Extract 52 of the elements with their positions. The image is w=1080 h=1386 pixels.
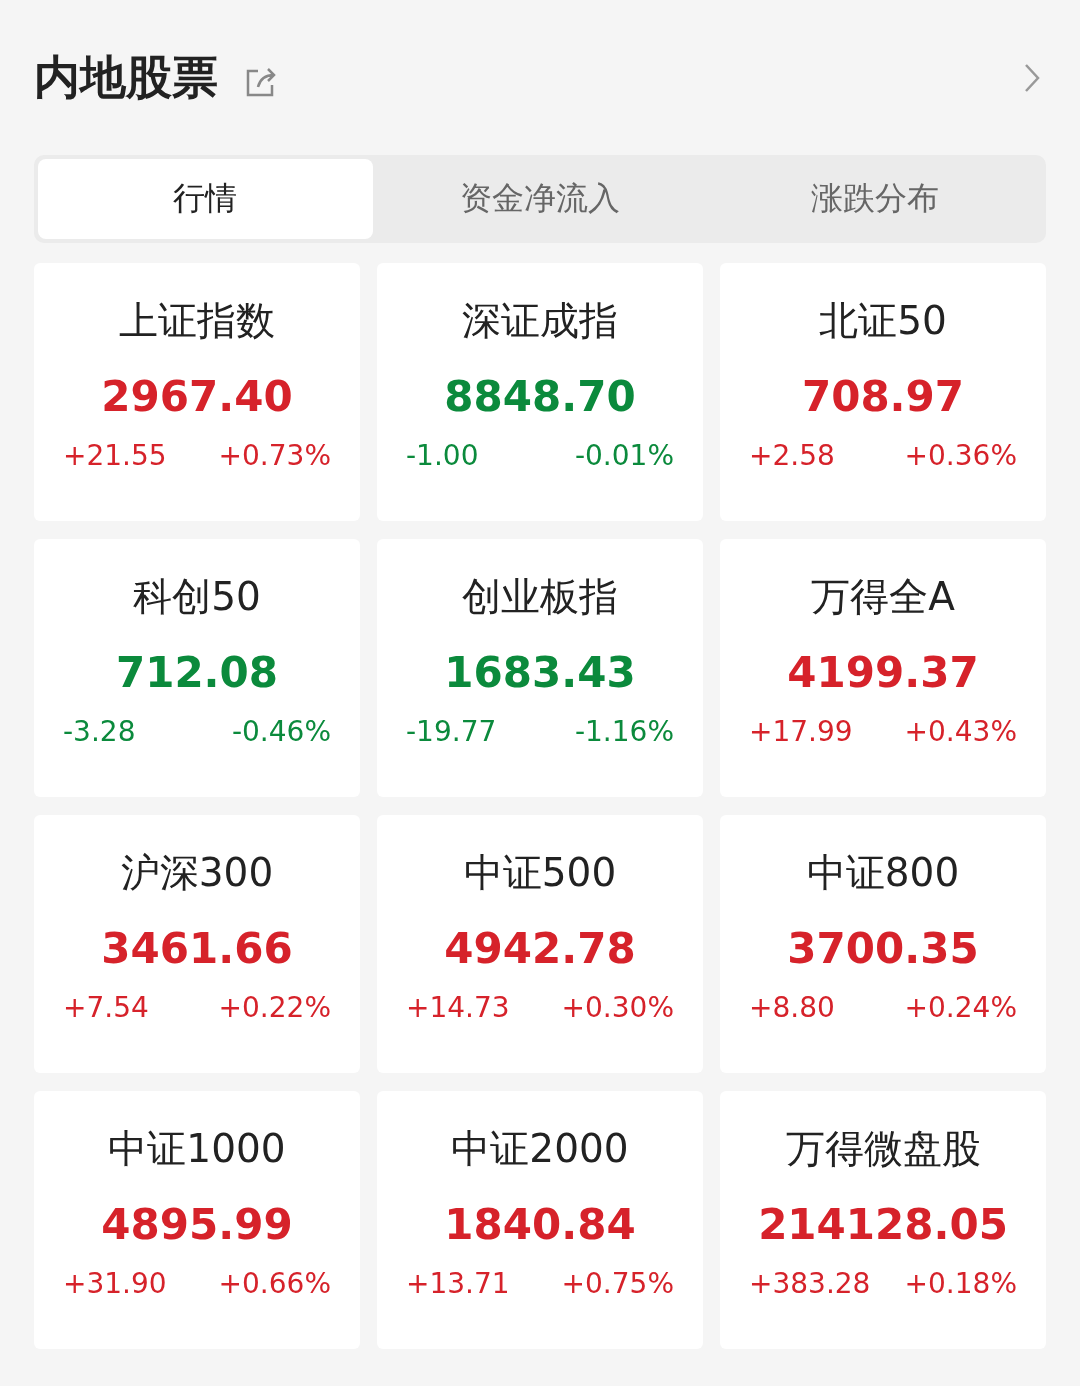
change-value: +8.80 (749, 991, 835, 1024)
change-percent: +0.30% (561, 991, 674, 1024)
index-name: 万得全A (811, 573, 955, 621)
change-percent: +0.73% (218, 439, 331, 472)
change-value: +383.28 (749, 1267, 871, 1300)
index-value: 708.97 (801, 371, 965, 423)
index-name: 深证成指 (462, 297, 618, 345)
index-value: 4895.99 (101, 1199, 293, 1251)
index-value: 3700.35 (787, 923, 979, 975)
change-percent: +0.24% (904, 991, 1017, 1024)
index-value: 8848.70 (444, 371, 636, 423)
change-value: +14.73 (406, 991, 510, 1024)
change-value: +17.99 (749, 715, 853, 748)
change-value: +31.90 (63, 1267, 167, 1300)
tab[interactable]: 涨跌分布 (707, 159, 1042, 239)
change-percent: +0.36% (904, 439, 1017, 472)
change-value: +13.71 (406, 1267, 510, 1300)
change-percent: +0.75% (561, 1267, 674, 1300)
index-name: 创业板指 (462, 573, 618, 621)
change-percent: +0.66% (218, 1267, 331, 1300)
change-percent: +0.18% (904, 1267, 1017, 1300)
change-value: -19.77 (406, 715, 497, 748)
index-value: 2967.40 (101, 371, 293, 423)
change-value: +21.55 (63, 439, 167, 472)
index-name: 科创50 (133, 573, 261, 621)
index-name: 中证800 (806, 849, 960, 897)
change-percent: -0.46% (231, 715, 331, 748)
change-value: -1.00 (406, 439, 479, 472)
tab[interactable]: 资金净流入 (372, 159, 708, 239)
index-name: 万得微盘股 (785, 1125, 981, 1173)
index-value: 4942.78 (444, 923, 636, 975)
tab[interactable]: 行情 (38, 159, 373, 239)
change-percent: +0.22% (218, 991, 331, 1024)
index-value: 4199.37 (787, 647, 979, 699)
index-value: 712.08 (115, 647, 279, 699)
index-name: 上证指数 (119, 297, 275, 345)
section-title: 内地股票 (34, 48, 218, 106)
index-name: 中证500 (463, 849, 617, 897)
change-value: +7.54 (63, 991, 149, 1024)
index-name: 沪深300 (120, 849, 274, 897)
index-name: 北证50 (819, 297, 947, 345)
change-value: -3.28 (63, 715, 136, 748)
index-value: 214128.05 (758, 1199, 1008, 1251)
index-value: 1840.84 (444, 1199, 636, 1251)
index-name: 中证1000 (108, 1125, 286, 1173)
index-name: 中证2000 (451, 1125, 629, 1173)
change-percent: -0.01% (574, 439, 674, 472)
change-value: +2.58 (749, 439, 835, 472)
index-value: 3461.66 (101, 923, 293, 975)
change-percent: +0.43% (904, 715, 1017, 748)
change-percent: -1.16% (574, 715, 674, 748)
index-value: 1683.43 (444, 647, 636, 699)
